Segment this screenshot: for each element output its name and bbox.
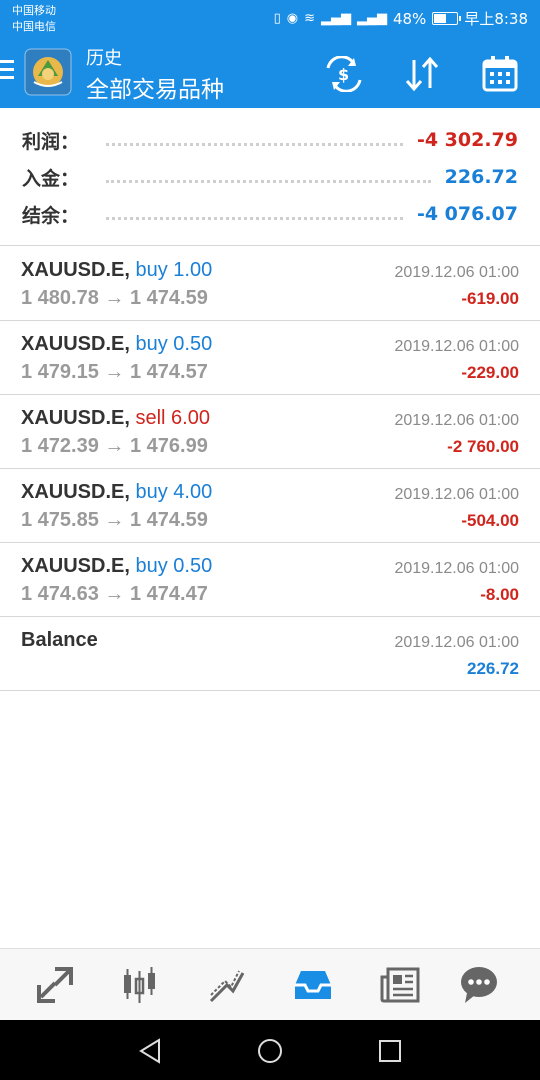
- trade-side: buy 0.50: [135, 555, 213, 577]
- system-nav-bar: [0, 1020, 540, 1080]
- trade-side: sell 6.00: [135, 407, 210, 429]
- trade-time: 2019.12.06 01:00: [394, 264, 519, 281]
- currency-exchange-icon[interactable]: $: [322, 52, 366, 96]
- chat-icon[interactable]: [457, 963, 501, 1007]
- profit-value: -4 302.79: [416, 129, 518, 151]
- balance-row-time: 2019.12.06 01:00: [394, 634, 519, 651]
- trade-symbol: XAUUSD.E,: [21, 333, 130, 355]
- status-icons: ▯ ◉ ≋ ▂▄▆ ▂▄▆ 48% 早上8:38: [274, 8, 528, 29]
- header-subtitle: 历史: [86, 48, 122, 69]
- trade-row[interactable]: XAUUSD.E, buy 1.00 1 480.78 → 1 474.59 2…: [0, 247, 540, 321]
- signal-4g-icon: ▂▄▆: [320, 11, 351, 26]
- dotted-leader: [106, 216, 403, 220]
- balance-row[interactable]: Balance 2019.12.06 01:00 226.72: [0, 617, 540, 691]
- trade-symbol-line: XAUUSD.E, buy 1.00: [21, 259, 212, 282]
- trade-prices: 1 479.15 → 1 474.57: [21, 361, 208, 383]
- balance-label: 结余：: [22, 204, 80, 227]
- bottom-nav: [0, 948, 540, 1020]
- trade-time: 2019.12.06 01:00: [394, 412, 519, 429]
- quotes-icon[interactable]: [33, 963, 77, 1007]
- trade-symbol: XAUUSD.E,: [21, 407, 130, 429]
- trade-profit: -2 760.00: [447, 437, 519, 456]
- history-inbox-icon[interactable]: [291, 963, 335, 1007]
- trade-row[interactable]: XAUUSD.E, buy 0.50 1 479.15 → 1 474.57 2…: [0, 321, 540, 395]
- trade-symbol-line: XAUUSD.E, buy 0.50: [21, 555, 212, 578]
- eye-icon: ◉: [286, 11, 299, 26]
- profit-label: 利润：: [22, 130, 80, 153]
- trade-time: 2019.12.06 01:00: [394, 486, 519, 503]
- battery-percent: 48%: [392, 9, 427, 28]
- clock: 早上8:38: [464, 10, 528, 28]
- trade-symbol: XAUUSD.E,: [21, 259, 130, 281]
- signal-4g-2-icon: ▂▄▆: [356, 11, 387, 26]
- app-logo-icon: [24, 48, 72, 96]
- carrier-2: 中国电信: [12, 20, 56, 33]
- trade-profit: -504.00: [461, 511, 519, 530]
- trade-prices: 1 480.78 → 1 474.59: [21, 287, 208, 309]
- deposit-label: 入金：: [22, 167, 80, 190]
- trade-side: buy 1.00: [135, 259, 213, 281]
- trade-profit: -8.00: [480, 585, 519, 604]
- trade-symbol: XAUUSD.E,: [21, 481, 130, 503]
- trade-prices: 1 474.63 → 1 474.47: [21, 583, 208, 605]
- back-icon[interactable]: [133, 1034, 167, 1068]
- trade-symbol-line: XAUUSD.E, buy 4.00: [21, 481, 212, 504]
- carrier-1: 中国移动: [12, 4, 56, 17]
- balance-summary-row: 结余： -4 076.07: [22, 199, 518, 229]
- trade-side: buy 4.00: [135, 481, 213, 503]
- app-bar: 历史 全部交易品种 $: [0, 38, 540, 108]
- profit-row: 利润： -4 302.79: [22, 125, 518, 155]
- calendar-icon[interactable]: [478, 52, 522, 96]
- trade-time: 2019.12.06 01:00: [394, 560, 519, 577]
- balance-value: -4 076.07: [416, 203, 518, 225]
- svg-text:$: $: [338, 65, 349, 84]
- sort-icon[interactable]: [400, 52, 444, 96]
- deposit-row: 入金： 226.72: [22, 162, 518, 192]
- deposit-value: 226.72: [444, 166, 518, 188]
- menu-icon[interactable]: [0, 60, 14, 84]
- recents-icon[interactable]: [373, 1034, 407, 1068]
- balance-row-amount: 226.72: [467, 659, 519, 678]
- trade-prices: 1 475.85 → 1 474.59: [21, 509, 208, 531]
- trade-prices: 1 472.39 → 1 476.99: [21, 435, 208, 457]
- summary-panel: 利润： -4 302.79 入金： 226.72 结余： -4 076.07: [0, 108, 540, 246]
- home-icon[interactable]: [253, 1034, 287, 1068]
- balance-row-label: Balance: [21, 629, 98, 651]
- battery-icon: [432, 12, 462, 25]
- trade-profit: -619.00: [461, 289, 519, 308]
- chart-candles-icon[interactable]: [118, 963, 162, 1007]
- trade-side: buy 0.50: [135, 333, 213, 355]
- status-bar: 中国移动 中国电信 ▯ ◉ ≋ ▂▄▆ ▂▄▆ 48% 早上8:38: [0, 0, 540, 38]
- dotted-leader: [106, 142, 403, 146]
- trade-symbol-line: XAUUSD.E, buy 0.50: [21, 333, 212, 356]
- wifi-icon: ≋: [304, 11, 315, 26]
- trade-row[interactable]: XAUUSD.E, sell 6.00 1 472.39 → 1 476.99 …: [0, 395, 540, 469]
- vibrate-icon: ▯: [273, 11, 281, 26]
- trade-icon[interactable]: [205, 963, 249, 1007]
- trade-profit: -229.00: [461, 363, 519, 382]
- trade-symbol: XAUUSD.E,: [21, 555, 130, 577]
- dotted-leader: [106, 179, 431, 183]
- trade-time: 2019.12.06 01:00: [394, 338, 519, 355]
- header-title[interactable]: 全部交易品种: [86, 70, 224, 104]
- trade-row[interactable]: XAUUSD.E, buy 0.50 1 474.63 → 1 474.47 2…: [0, 543, 540, 617]
- trade-symbol-line: XAUUSD.E, sell 6.00: [21, 407, 210, 430]
- trade-row[interactable]: XAUUSD.E, buy 4.00 1 475.85 → 1 474.59 2…: [0, 469, 540, 543]
- news-icon[interactable]: [378, 963, 422, 1007]
